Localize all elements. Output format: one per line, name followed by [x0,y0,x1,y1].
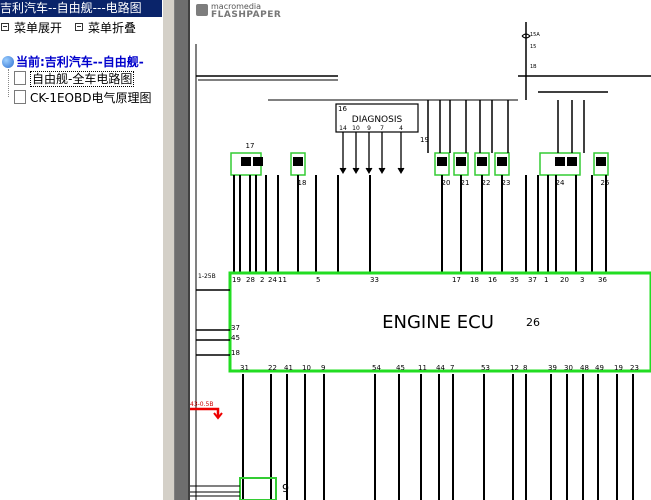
ecu-bottom-pin: 19 [614,364,623,372]
menu-row: 菜单展开 菜单折叠 [0,19,162,37]
ecu-top-pin: 11 [278,276,287,284]
pin-arrow [365,167,373,174]
window-title: 吉利汽车--自由舰---电路图 [0,0,162,17]
document-icon [14,71,26,85]
ecu-top-pin: 5 [316,276,320,284]
side-label: 1-25B [198,273,216,280]
pin-arrow [378,167,386,174]
ecu-top-pin: 24 [268,276,277,284]
ecu-top-pin: 17 [452,276,461,284]
ecu-bottom-pin: 23 [630,364,639,372]
ecu-bottom-pin: 39 [548,364,557,372]
ecu-top-pin: 35 [510,276,519,284]
ecu-top-pin: 1 [544,276,548,284]
ecu-bottom-pin: 45 [396,364,405,372]
side-label: 43-0.5B [190,401,213,408]
collapse-menu-button[interactable]: 菜单折叠 [75,19,136,37]
diagnosis-pin: 14 [339,125,347,132]
ecu-left-pin: 37 [231,324,240,332]
diagnosis-label: DIAGNOSIS [352,115,403,125]
connector-body [241,157,251,166]
ecu-bottom-pin: 8 [523,364,527,372]
wiring-diagram: 15A 15 1B DIAGNOSIS 16 19 14 10 9 7 4 1-25B … [188,0,651,500]
diagnosis-pin: 7 [380,125,384,132]
pin-arrow [352,167,360,174]
collapse-icon [75,23,83,31]
ecu-bottom-pin: 44 [436,364,445,372]
pin-arrow [339,167,347,174]
connector-body [497,157,507,166]
navigation-panel: 吉利汽车--自由舰---电路图 菜单展开 菜单折叠 当前:吉利汽车--自由舰- … [0,0,162,500]
tree-item-full-vehicle-diagram[interactable]: 自由舰-全车电路图 [14,71,135,88]
ecu-number: 26 [526,316,540,329]
connector-body [437,157,447,166]
diagnosis-pin: 10 [352,125,360,132]
document-icon [14,90,26,104]
tree-item-obd-diagram[interactable]: CK-1EOBD电气原理图 [14,90,151,107]
ecu-top-pin: 19 [232,276,241,284]
ecu-top-pin: 33 [370,276,379,284]
connector-body [567,157,577,166]
tree-item-label: CK-1EOBD电气原理图 [30,91,152,105]
connector-body [293,157,303,166]
connector-body [477,157,487,166]
collapse-menu-label: 菜单折叠 [88,21,137,35]
document-viewer[interactable]: macromedia FLASHPAPER 15A 15 1B DIAGNOSI… [175,0,651,500]
connector-number: 17 [246,142,255,150]
ecu-bottom-pin: 9 [321,364,325,372]
ecu-bottom-pin: 11 [418,364,427,372]
fuse-label: 1B [530,64,537,70]
ecu-top-pin: 16 [488,276,497,284]
ecu-left-pin: 45 [231,334,240,342]
fuse-label: 15 [530,44,536,50]
ecu-bottom-pin: 41 [284,364,293,372]
diagnosis-pin: 4 [399,125,403,132]
ecu-left-pin: 18 [231,349,240,357]
ecu-bottom-pin: 22 [268,364,277,372]
ecu-bottom-pin: 48 [580,364,589,372]
ecu-top-pin: 36 [598,276,607,284]
globe-icon [2,56,14,68]
tree-root[interactable]: 当前:吉利汽车--自由舰- [2,54,144,70]
ecu-top-pin: 37 [528,276,537,284]
ecu-bottom-pin: 12 [510,364,519,372]
expand-menu-label: 菜单展开 [14,21,63,35]
fuse-label: 15A [530,32,540,38]
ecu-bottom-pin: 30 [564,364,573,372]
ecu-bottom-pin: 49 [595,364,604,372]
connector-body [596,157,606,166]
tree-root-label: 当前:吉利汽车--自由舰- [16,55,144,69]
expand-menu-button[interactable]: 菜单展开 [1,19,62,37]
ecu-top-pin: 2 [260,276,264,284]
expand-icon [1,23,9,31]
document-page: macromedia FLASHPAPER 15A 15 1B DIAGNOSI… [188,0,651,500]
panel-splitter[interactable] [162,0,175,500]
diagnosis-pin: 9 [367,125,371,132]
connector-body [456,157,466,166]
ecu-bottom-pin: 7 [450,364,454,372]
diagnosis-number: 16 [338,105,347,113]
tree-connector [8,69,9,97]
ecu-label: ENGINE ECU [382,312,494,333]
bottom-connector-number: 9 [282,482,289,495]
connector-body [253,157,263,166]
ecu-top-pin: 18 [470,276,479,284]
ecu-top-pin: 20 [560,276,569,284]
ecu-top-pin: 3 [580,276,584,284]
ecu-bottom-pin: 10 [302,364,311,372]
ecu-bottom-pin: 53 [481,364,490,372]
pin-arrow [397,167,405,174]
ecu-bottom-pin: 31 [240,364,249,372]
ecu-bottom-pin: 54 [372,364,381,372]
tree-item-label: 自由舰-全车电路图 [30,71,135,87]
ecu-top-pin: 28 [246,276,255,284]
connector-body [555,157,565,166]
